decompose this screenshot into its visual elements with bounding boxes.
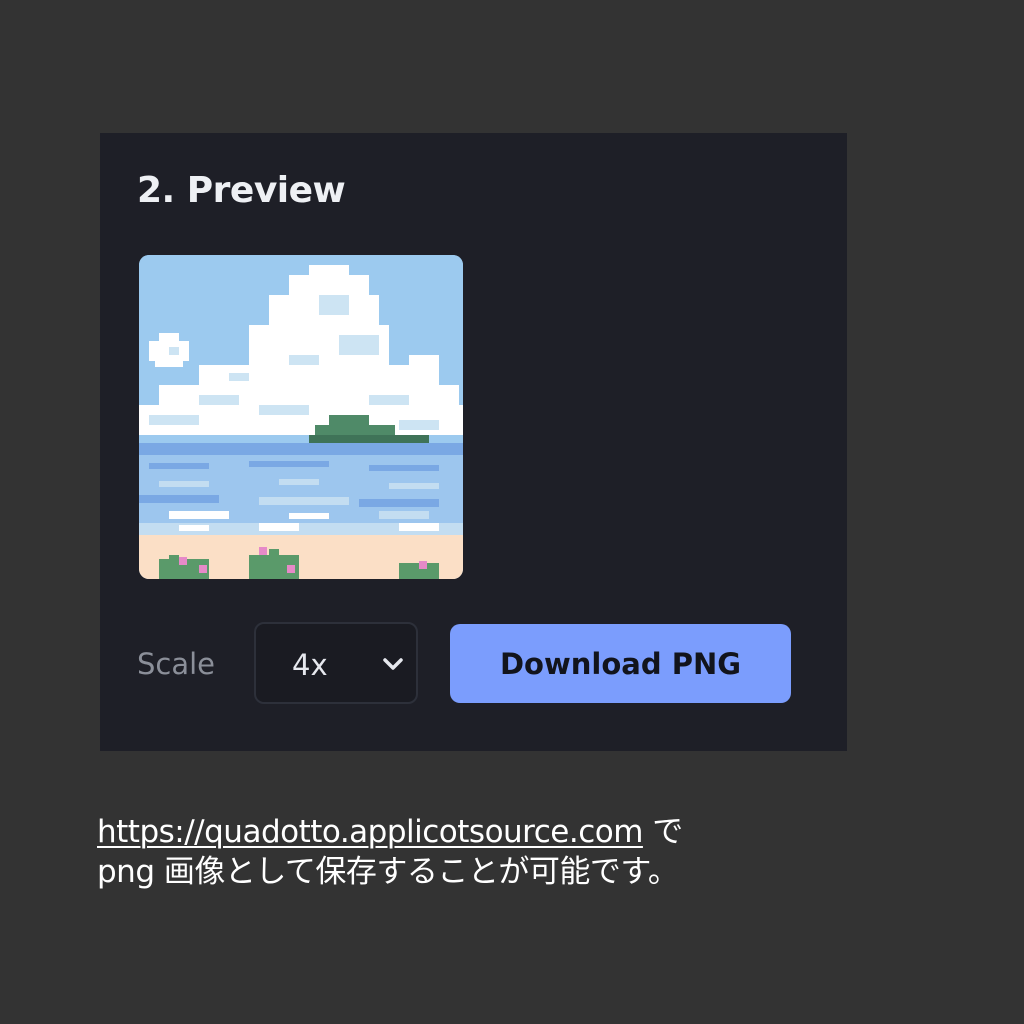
scale-label: Scale [137,647,216,681]
caption-after-link: で [642,814,683,850]
download-png-button[interactable]: Download PNG [450,624,791,703]
panel-title: 2. Preview [137,170,346,211]
preview-image [139,255,463,579]
chevron-down-icon [383,658,403,670]
quadotto-link[interactable]: https://quadotto.applicotsource.com [97,814,643,850]
scale-selected-value: 4x [292,648,328,682]
preview-panel: 2. Preview Scale 4x Download PNG [100,133,847,751]
pixel-art-seaside [139,255,463,579]
caption: https://quadotto.applicotsource.com で pn… [97,812,917,892]
caption-line-2: png 画像として保存することが可能です。 [97,854,679,890]
scale-select[interactable]: 4x [254,622,418,704]
export-controls: Scale 4x Download PNG [137,622,817,706]
